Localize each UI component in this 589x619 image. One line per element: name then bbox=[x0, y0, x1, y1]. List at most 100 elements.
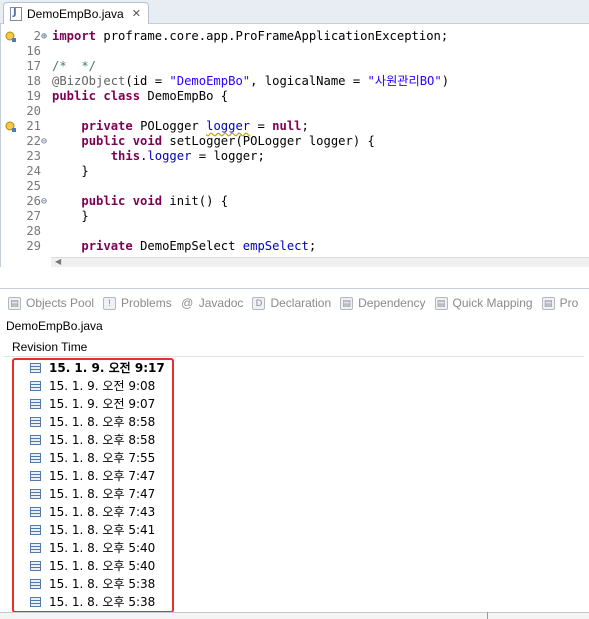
code-line[interactable]: 16 bbox=[1, 44, 589, 59]
view-tab-pro[interactable]: ▤ Pro bbox=[541, 296, 579, 310]
code-text: } bbox=[52, 209, 88, 224]
revision-time: 15. 1. 8. 오후 7:55 bbox=[49, 451, 156, 465]
revision-row[interactable]: 15. 1. 8. 오후 5:38 bbox=[4, 593, 584, 611]
code-token: public void bbox=[81, 194, 163, 208]
code-line[interactable]: 24 } bbox=[1, 164, 589, 179]
revision-row[interactable]: 15. 1. 8. 오후 8:58 bbox=[4, 431, 584, 449]
revision-time: 15. 1. 8. 오후 7:47 bbox=[49, 487, 156, 501]
javadoc-icon: @ bbox=[181, 295, 194, 310]
view-tab-objects-pool[interactable]: ▤ Objects Pool bbox=[8, 296, 94, 310]
revision-row[interactable]: 15. 1. 8. 오후 7:55 bbox=[4, 449, 584, 467]
code-editor[interactable]: 2 ⊕ import proframe.core.app.ProFrameAppli… bbox=[0, 24, 589, 267]
line-number: 16 bbox=[26, 44, 41, 58]
fold-collapse-icon[interactable]: ⊖ bbox=[41, 134, 51, 149]
code-line[interactable]: 2 ⊕ import proframe.core.app.ProFrameAppli… bbox=[1, 29, 589, 44]
code-token: ; bbox=[308, 239, 317, 253]
bottom-scrollbar[interactable] bbox=[0, 612, 589, 619]
revision-icon bbox=[30, 363, 41, 373]
problems-icon: ! bbox=[103, 296, 117, 310]
code-line[interactable]: 28 bbox=[1, 224, 589, 239]
view-tab-label: Pro bbox=[559, 296, 579, 310]
view-tab-declaration[interactable]: D Declaration bbox=[252, 296, 331, 310]
revision-row[interactable]: 15. 1. 8. 오후 7:43 bbox=[4, 503, 584, 521]
view-tab-label: Objects Pool bbox=[26, 296, 95, 310]
fold-expand-icon[interactable]: ⊕ bbox=[41, 29, 51, 44]
revision-time: 15. 1. 8. 오후 8:58 bbox=[49, 415, 156, 429]
fold-collapse-icon[interactable]: ⊖ bbox=[41, 194, 51, 209]
code-token: DemoEmpBo { bbox=[140, 89, 229, 103]
code-line[interactable]: 26 ⊖ public void init() { bbox=[1, 194, 589, 209]
code-line[interactable]: 18 @BizObject(id = "DemoEmpBo", logicalNa… bbox=[1, 74, 589, 89]
close-icon[interactable]: ✕ bbox=[132, 7, 141, 20]
code-line[interactable]: 17 /* */ bbox=[1, 59, 589, 74]
revision-column-header[interactable]: Revision Time bbox=[4, 337, 584, 357]
code-text: private POLogger logger = null; bbox=[52, 119, 309, 134]
revision-row[interactable]: 15. 1. 9. 오전 9:17 bbox=[4, 359, 584, 377]
revision-row[interactable]: 15. 1. 8. 오후 7:47 bbox=[4, 467, 584, 485]
code-token: } bbox=[52, 164, 89, 178]
code-token: init() { bbox=[162, 194, 229, 208]
view-tab-problems[interactable]: ! Problems bbox=[103, 296, 172, 310]
history-file-label: DemoEmpBo.java bbox=[6, 319, 103, 333]
line-number: 18 bbox=[26, 74, 41, 88]
revision-list: 15. 1. 9. 오전 9:17 15. 1. 9. 오전 9:08 15. 1.… bbox=[4, 359, 584, 611]
code-text: public void setLogger(POLogger logger) { bbox=[52, 134, 375, 149]
code-line[interactable]: 20 bbox=[1, 104, 589, 119]
revision-row[interactable]: 15. 1. 8. 오후 7:47 bbox=[4, 485, 584, 503]
revision-row[interactable]: 15. 1. 8. 오후 5:38 bbox=[4, 575, 584, 593]
revision-icon bbox=[30, 453, 41, 463]
code-token: "사원관리BO" bbox=[367, 74, 442, 88]
code-line[interactable]: 22 ⊖ public void setLogger(POLogger logge… bbox=[1, 134, 589, 149]
code-line[interactable]: 21 private POLogger logger = null; bbox=[1, 119, 589, 134]
revision-icon bbox=[30, 435, 41, 445]
code-text: public class DemoEmpBo { bbox=[52, 89, 228, 104]
code-line[interactable]: 27 } bbox=[1, 209, 589, 224]
revision-row[interactable]: 15. 1. 8. 오후 5:40 bbox=[4, 539, 584, 557]
editor-tab-bar: DemoEmpBo.java ✕ bbox=[0, 0, 589, 24]
revision-row[interactable]: 15. 1. 9. 오전 9:07 bbox=[4, 395, 584, 413]
horizontal-scrollbar[interactable]: ◀ bbox=[51, 257, 589, 267]
code-token: private bbox=[81, 119, 133, 133]
code-token: @BizObject bbox=[52, 74, 126, 88]
scroll-left-icon[interactable]: ◀ bbox=[55, 257, 61, 266]
revision-time: 15. 1. 8. 오후 5:40 bbox=[49, 541, 156, 555]
code-token: logger bbox=[206, 119, 251, 133]
view-tab-dependency[interactable]: ▤ Dependency bbox=[340, 296, 426, 310]
code-text: private DemoEmpSelect empSelect; bbox=[52, 239, 316, 254]
code-token: ) bbox=[441, 74, 450, 88]
view-tab-quick-mapping[interactable]: ▤ Quick Mapping bbox=[434, 296, 533, 310]
code-line[interactable]: 19 public class DemoEmpBo { bbox=[1, 89, 589, 104]
line-number: 19 bbox=[26, 89, 41, 103]
revision-time: 15. 1. 8. 오후 8:58 bbox=[49, 433, 156, 447]
revision-icon bbox=[30, 579, 41, 589]
line-number: 22 bbox=[26, 134, 41, 148]
line-number: 29 bbox=[26, 239, 41, 253]
code-line[interactable]: 25 bbox=[1, 179, 589, 194]
line-number: 26 bbox=[26, 194, 41, 208]
line-number: 25 bbox=[26, 179, 41, 193]
view-tab-label: Dependency bbox=[358, 296, 426, 310]
revision-time: 15. 1. 8. 오후 5:40 bbox=[49, 559, 156, 573]
code-token: ; bbox=[301, 119, 309, 133]
code-token: logger bbox=[147, 149, 192, 163]
code-line[interactable]: 29 private DemoEmpSelect empSelect; bbox=[1, 239, 589, 254]
code-line[interactable]: 23 this.logger = logger; bbox=[1, 149, 589, 164]
revision-row[interactable]: 15. 1. 8. 오후 5:41 bbox=[4, 521, 584, 539]
view-tab-javadoc[interactable]: @ Javadoc bbox=[181, 295, 243, 310]
code-token: , logicalName = bbox=[250, 74, 368, 88]
code-token: POLogger bbox=[132, 119, 207, 133]
revision-row[interactable]: 15. 1. 8. 오후 8:58 bbox=[4, 413, 584, 431]
editor-tab-demoempbo[interactable]: DemoEmpBo.java ✕ bbox=[3, 2, 149, 24]
code-token: = logger; bbox=[191, 149, 265, 163]
code-text: import proframe.core.app.ProFrameApplica… bbox=[52, 29, 448, 44]
code-token: (id = bbox=[125, 74, 170, 88]
quick-mapping-icon: ▤ bbox=[434, 296, 448, 310]
code-token: proframe.core.app.ProFrameApplicationExc… bbox=[96, 29, 449, 43]
objects-pool-icon: ▤ bbox=[8, 296, 21, 310]
view-tab-label: Problems bbox=[121, 296, 172, 310]
revision-row[interactable]: 15. 1. 9. 오전 9:08 bbox=[4, 377, 584, 395]
revision-row[interactable]: 15. 1. 8. 오후 5:40 bbox=[4, 557, 584, 575]
